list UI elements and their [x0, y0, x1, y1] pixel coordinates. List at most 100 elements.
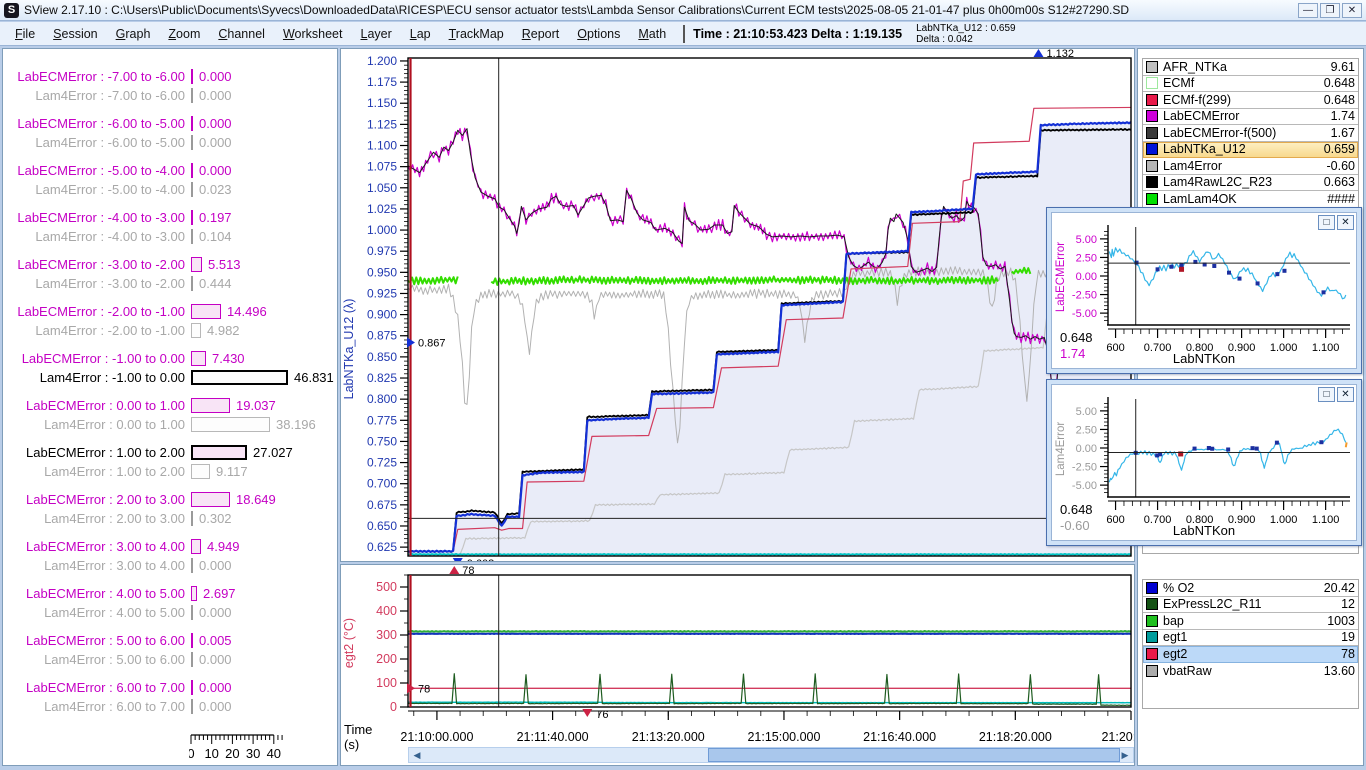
channel-row-ecmf-f-299-[interactable]: ECMf-f(299)0.648 — [1143, 92, 1358, 109]
channel-name: Lam4RawL2C_R23 — [1163, 175, 1324, 189]
histogram-row-lam: Lam4Error : 1.00 to 2.009.117 — [3, 462, 339, 481]
channel-color-swatch — [1146, 176, 1158, 188]
menu-item-zoom[interactable]: Zoom — [159, 25, 209, 43]
channel-row-vbatraw[interactable]: vbatRaw13.60 — [1143, 663, 1358, 680]
channel-row-lamlam4ok[interactable]: LamLam4OK#### — [1143, 191, 1358, 208]
channel-row-egt1[interactable]: egt119 — [1143, 630, 1358, 647]
bin-label: LabECMError : -1.00 to 0.00 — [3, 351, 185, 366]
bin-value: 0.444 — [199, 276, 232, 291]
bin-value: 19.037 — [236, 398, 276, 413]
menu-item-lap[interactable]: Lap — [401, 25, 440, 43]
bin-label: LabECMError : 5.00 to 6.00 — [3, 633, 185, 648]
svg-text:100: 100 — [376, 676, 397, 690]
menu-item-layer[interactable]: Layer — [351, 25, 400, 43]
maximize-icon[interactable]: □ — [1318, 215, 1335, 230]
histogram-row-lam: Lam4Error : 6.00 to 7.00 0.000 — [3, 697, 339, 716]
channel-name: LabNTKa_U12 — [1163, 142, 1324, 156]
menu-item-worksheet[interactable]: Worksheet — [274, 25, 352, 43]
channel-name: ExPressL2C_R11 — [1163, 597, 1341, 611]
histogram-row-ecm: LabECMError : -5.00 to -4.000.000 — [3, 161, 339, 180]
svg-text:0: 0 — [390, 700, 397, 714]
histogram-pair: LabECMError : -6.00 to -5.000.000Lam4Err… — [3, 114, 339, 152]
bin-label: Lam4Error : 6.00 to 7.00 — [3, 699, 185, 714]
bin-bar — [191, 586, 197, 601]
overlay-window-lam4error[interactable]: □ ✕ 5.002.500.00-2.50-5.006000.7000.8000… — [1046, 379, 1362, 546]
svg-text:0.875: 0.875 — [367, 329, 397, 343]
close-icon[interactable]: ✕ — [1342, 3, 1362, 18]
menu-item-math[interactable]: Math — [629, 25, 675, 43]
channel-color-swatch — [1146, 582, 1158, 594]
bin-value: 0.000 — [199, 558, 232, 573]
svg-text:78: 78 — [462, 565, 474, 577]
minimize-icon[interactable]: — — [1298, 3, 1318, 18]
channel-row-lam4rawl2c-r23[interactable]: Lam4RawL2C_R230.663 — [1143, 175, 1358, 192]
svg-text:1.050: 1.050 — [367, 181, 397, 195]
bin-value: 46.831 — [294, 370, 334, 385]
channel-row-afr-ntka[interactable]: AFR_NTKa9.61 — [1143, 59, 1358, 76]
channel-row-lam4error[interactable]: Lam4Error-0.60 — [1143, 158, 1358, 175]
scroll-left-icon[interactable]: ◀ — [409, 748, 425, 762]
menu-item-graph[interactable]: Graph — [107, 25, 160, 43]
channel-name: Lam4Error — [1163, 159, 1327, 173]
channel-row-labecmerror-f-500-[interactable]: LabECMError-f(500)1.67 — [1143, 125, 1358, 142]
menu-item-trackmap[interactable]: TrackMap — [440, 25, 513, 43]
close-icon[interactable]: ✕ — [1337, 387, 1354, 402]
bin-label: LabECMError : 1.00 to 2.00 — [3, 445, 185, 460]
close-icon[interactable]: ✕ — [1337, 215, 1354, 230]
channel-value: 0.659 — [1324, 142, 1355, 156]
egt-chart[interactable]: 010020030040050021:10:00.00021:11:40.000… — [341, 565, 1134, 765]
maximize-icon[interactable]: □ — [1318, 387, 1335, 402]
restore-icon[interactable]: ❐ — [1320, 3, 1340, 18]
channel-value: 19 — [1341, 630, 1355, 644]
svg-text:30: 30 — [246, 746, 260, 761]
bin-bar — [191, 398, 230, 413]
channel-row-expressl2c-r11[interactable]: ExPressL2C_R1112 — [1143, 597, 1358, 614]
svg-text:5.00: 5.00 — [1076, 406, 1097, 418]
time-scrollbar[interactable]: ◀ ▶ — [408, 747, 1134, 763]
bin-label: Lam4Error : -6.00 to -5.00 — [3, 135, 185, 150]
scrollbar-track[interactable] — [425, 748, 1117, 762]
channel-row-bap[interactable]: bap1003 — [1143, 613, 1358, 630]
histogram-row-lam: Lam4Error : 4.00 to 5.000.000 — [3, 603, 339, 622]
histogram-pair: LabECMError : -3.00 to -2.005.513Lam4Err… — [3, 255, 339, 293]
svg-text:0.625: 0.625 — [367, 540, 397, 554]
svg-text:5.00: 5.00 — [1076, 234, 1097, 246]
labecmerror-scatter-chart[interactable]: 5.002.500.00-2.50-5.006000.7000.8000.900… — [1052, 213, 1356, 368]
histogram-row-ecm: LabECMError : -1.00 to 0.007.430 — [3, 349, 339, 368]
channel-row-egt2[interactable]: egt278 — [1143, 646, 1358, 663]
bin-value: 27.027 — [253, 445, 293, 460]
channel-row-labntka-u12[interactable]: LabNTKa_U120.659 — [1143, 142, 1358, 159]
menu-item-report[interactable]: Report — [513, 25, 569, 43]
channel-color-swatch — [1146, 110, 1158, 122]
svg-text:LabECMError: LabECMError — [1055, 242, 1067, 312]
menu-item-options[interactable]: Options — [568, 25, 629, 43]
bin-label: Lam4Error : -2.00 to -1.00 — [3, 323, 185, 338]
histogram-pair: LabECMError : 4.00 to 5.002.697Lam4Error… — [3, 584, 339, 622]
bin-bar — [191, 135, 193, 150]
bin-bar — [191, 492, 230, 507]
menu-item-file[interactable]: File — [6, 25, 44, 43]
channel-list-bottom: % O220.42ExPressL2C_R1112bap1003egt119eg… — [1142, 579, 1359, 709]
bin-label: LabECMError : 0.00 to 1.00 — [3, 398, 185, 413]
menu-item-session[interactable]: Session — [44, 25, 106, 43]
histogram-pair: LabECMError : -7.00 to -6.000.000Lam4Err… — [3, 67, 339, 105]
channel-list-top: AFR_NTKa9.61ECMf0.648ECMf-f(299)0.648Lab… — [1142, 58, 1359, 209]
histogram-row-ecm: LabECMError : -2.00 to -1.0014.496 — [3, 302, 339, 321]
histogram-row-ecm: LabECMError : 2.00 to 3.0018.649 — [3, 490, 339, 509]
bin-value: 0.000 — [199, 699, 232, 714]
svg-text:400: 400 — [376, 604, 397, 618]
histogram-pair: LabECMError : 2.00 to 3.0018.649Lam4Erro… — [3, 490, 339, 528]
scrollbar-thumb[interactable] — [708, 748, 1120, 762]
channel-name: % O2 — [1163, 581, 1324, 595]
lam4error-scatter-chart[interactable]: 5.002.500.00-2.50-5.006000.7000.8000.900… — [1052, 385, 1356, 540]
overlay-window-labecmerror[interactable]: □ ✕ 5.002.500.00-2.50-5.006000.7000.8000… — [1046, 207, 1362, 374]
histogram-row-ecm: LabECMError : 0.00 to 1.00 19.037 — [3, 396, 339, 415]
channel-row--o2[interactable]: % O220.42 — [1143, 580, 1358, 597]
menu-item-channel[interactable]: Channel — [209, 25, 274, 43]
channel-row-ecmf[interactable]: ECMf0.648 — [1143, 76, 1358, 93]
main-chart[interactable]: 0.6250.6500.6750.7000.7250.7500.7750.800… — [341, 49, 1134, 561]
main-chart-panel: 0.6250.6500.6750.7000.7250.7500.7750.800… — [340, 48, 1135, 562]
svg-text:0.725: 0.725 — [367, 456, 397, 470]
channel-row-labecmerror[interactable]: LabECMError1.74 — [1143, 109, 1358, 126]
bin-value: 0.000 — [199, 135, 232, 150]
